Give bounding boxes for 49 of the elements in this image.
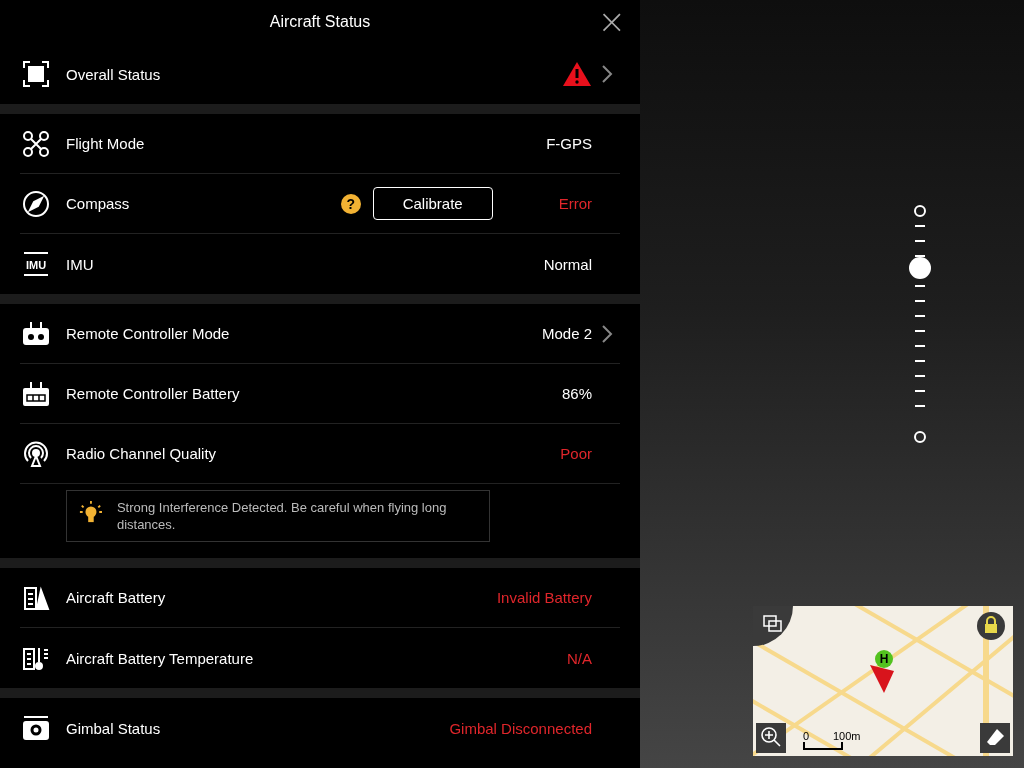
row-label: IMU [66,255,95,273]
zoom-in-button[interactable] [756,723,786,753]
zoom-in-icon [760,726,782,748]
status-value: Normal [543,255,592,273]
row-label: Remote Controller Battery [66,385,241,402]
map-placeholder[interactable]: H 0 100m [753,606,1013,756]
row-label: Radio Channel Quality [66,445,218,462]
antenna-icon [22,439,50,468]
panel-title: Aircraft Status [269,13,371,31]
scale-label: 100m [833,730,861,742]
status-value: F-GPS [546,135,592,152]
aircraft-marker-icon [869,664,895,694]
slider-end-circle [914,431,926,443]
row-label: Flight Mode [66,135,146,152]
row-label: Compass [66,195,131,212]
status-value: Invalid Battery [496,589,592,606]
controller-battery-icon [22,379,50,408]
compass-icon [22,189,50,218]
zoom-slider[interactable] [912,205,928,443]
status-value: N/A [567,649,592,667]
calibrate-button[interactable]: Calibrate [372,187,493,220]
status-value: 86% [561,385,592,402]
scale-bar [803,742,843,750]
lightbulb-icon [79,499,103,525]
close-button[interactable]: × [593,4,630,38]
row-label: Aircraft Battery [66,589,167,606]
slider-thumb[interactable] [909,256,931,279]
controller-icon [22,319,50,348]
chevron-icon[interactable] [601,65,613,83]
row-label: Overall Status [66,65,162,83]
chevron-icon[interactable] [601,324,613,343]
interference-tip: Strong Interference Detected. Be careful when flying long distances. [116,499,448,533]
frame-icon [22,60,50,88]
scale-label: 0 [803,730,810,742]
eraser-icon [984,726,1006,748]
lock-button[interactable] [977,612,1005,640]
status-value: Error [558,195,592,212]
drone-icon [22,129,50,158]
row-label: Gimbal Status [66,719,162,737]
row-label: Aircraft Battery Temperature [66,649,255,667]
status-value: Mode 2 [541,325,592,342]
slider-end-circle [914,205,926,217]
row-label: Remote Controller Mode [66,325,231,342]
help-icon[interactable]: ? [340,193,361,214]
status-value: Poor [560,445,592,462]
camera-icon [22,714,50,742]
status-value: Gimbal Disconnected [449,719,592,737]
eraser-button[interactable] [980,723,1010,753]
home-marker: H [875,650,893,668]
